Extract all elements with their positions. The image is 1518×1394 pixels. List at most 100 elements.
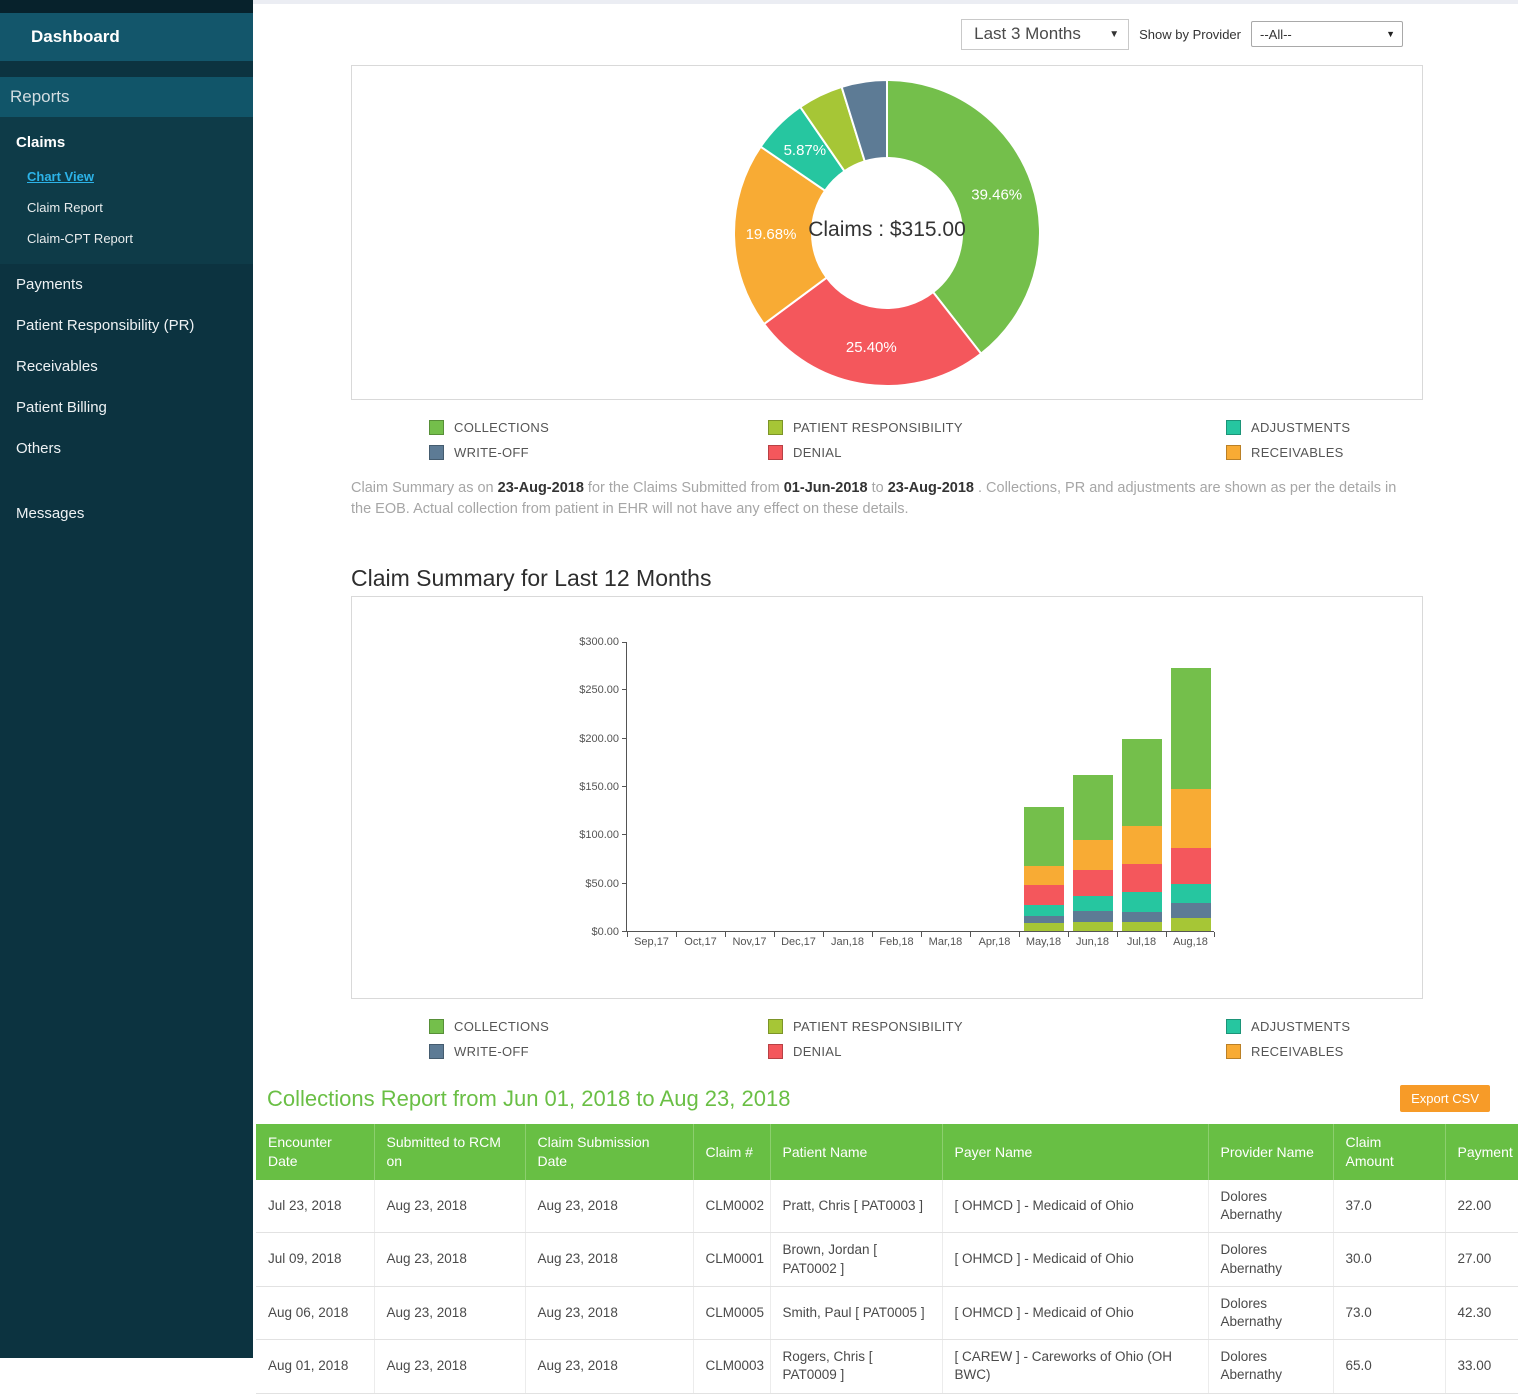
bar-segment-receivables-jun-18[interactable] — [1073, 840, 1113, 870]
x-axis-label: Jan,18 — [823, 936, 872, 948]
column-header-claim-submission-date: Claim Submission Date — [525, 1124, 693, 1180]
legend-color-chip — [1226, 1019, 1241, 1034]
legend-label: PATIENT RESPONSIBILITY — [793, 420, 963, 435]
legend-color-chip — [429, 420, 444, 435]
sidebar-item-patient-responsibility[interactable]: Patient Responsibility (PR) — [0, 305, 253, 346]
donut-slice-percent-label: 5.87% — [784, 142, 827, 159]
sidebar-reports-header[interactable]: Reports — [0, 77, 253, 117]
x-axis-tick — [921, 932, 922, 937]
sidebar-item-chart-view[interactable]: Chart View — [0, 161, 253, 192]
legend-label: RECEIVABLES — [1251, 445, 1344, 460]
bar-segment-receivables-aug-18[interactable] — [1171, 789, 1211, 848]
cell-claim-submission-date: Aug 23, 2018 — [525, 1180, 693, 1233]
sidebar-item-others[interactable]: Others — [0, 428, 253, 469]
y-axis-tick — [622, 738, 627, 739]
bar-segment-write-off-jul-18[interactable] — [1122, 912, 1162, 922]
legend-item-collections: COLLECTIONS — [429, 1019, 768, 1034]
table-row: Aug 01, 2018Aug 23, 2018Aug 23, 2018CLM0… — [256, 1340, 1518, 1393]
sidebar-item-payments[interactable]: Payments — [0, 264, 253, 305]
sidebar-item-claim-report[interactable]: Claim Report — [0, 192, 253, 223]
legend-item-write-off: WRITE-OFF — [429, 445, 768, 460]
y-axis-tick — [622, 834, 627, 835]
legend-color-chip — [429, 1019, 444, 1034]
summary-text: to — [868, 480, 888, 496]
y-axis-tick — [622, 786, 627, 787]
bar-segment-denial-aug-18[interactable] — [1171, 848, 1211, 884]
legend-color-chip — [429, 1044, 444, 1059]
cell-patient-name: Pratt, Chris [ PAT0003 ] — [770, 1180, 942, 1233]
x-axis-label: Oct,17 — [676, 936, 725, 948]
bar-segment-patient-responsibility-may-18[interactable] — [1024, 923, 1064, 931]
collections-report-header: Collections Report from Jun 01, 2018 to … — [267, 1085, 1518, 1112]
cell-claim-submission-date: Aug 23, 2018 — [525, 1286, 693, 1339]
bar-segment-collections-jul-18[interactable] — [1122, 739, 1162, 826]
x-axis-label: Mar,18 — [921, 936, 970, 948]
bar-segment-adjustments-jul-18[interactable] — [1122, 892, 1162, 912]
claims-donut-panel: 39.46%25.40%19.68%5.87% Claims : $315.00 — [351, 65, 1423, 400]
sidebar-item-claims[interactable]: Claims — [0, 123, 253, 161]
y-axis-tick — [622, 931, 627, 932]
cell-payment: 27.00 — [1445, 1233, 1518, 1286]
bar-segment-patient-responsibility-jun-18[interactable] — [1073, 922, 1113, 931]
bar-segment-write-off-jun-18[interactable] — [1073, 911, 1113, 923]
table-row: Jul 23, 2018Aug 23, 2018Aug 23, 2018CLM0… — [256, 1180, 1518, 1233]
bar-chart-title: Claim Summary for Last 12 Months — [351, 565, 1518, 592]
sidebar-item-patient-billing[interactable]: Patient Billing — [0, 387, 253, 428]
bar-segment-patient-responsibility-jul-18[interactable] — [1122, 922, 1162, 932]
cell-payer-name: [ OHMCD ] - Medicaid of Ohio — [942, 1180, 1208, 1233]
sidebar-dashboard-link[interactable]: Dashboard — [0, 13, 253, 61]
bar-segment-adjustments-aug-18[interactable] — [1171, 884, 1211, 903]
cell-submitted-to-rcm-on: Aug 23, 2018 — [374, 1180, 525, 1233]
cell-payer-name: [ OHMCD ] - Medicaid of Ohio — [942, 1233, 1208, 1286]
sidebar-item-messages[interactable]: Messages — [0, 493, 253, 534]
bar-segment-denial-jun-18[interactable] — [1073, 870, 1113, 896]
period-select[interactable]: Last 3 Months ▼ — [961, 19, 1129, 50]
sidebar-item-claim-cpt-report[interactable]: Claim-CPT Report — [0, 223, 253, 254]
cell-claim: CLM0003 — [693, 1340, 770, 1393]
collections-report-table: Encounter DateSubmitted to RCM onClaim S… — [256, 1124, 1518, 1394]
chevron-down-icon: ▼ — [1386, 29, 1395, 39]
legend-label: WRITE-OFF — [454, 445, 529, 460]
y-axis-label: $300.00 — [555, 636, 619, 648]
filter-controls: Last 3 Months ▼ Show by Provider --All--… — [253, 17, 1403, 51]
legend-item-receivables: RECEIVABLES — [1226, 1044, 1518, 1059]
legend-label: ADJUSTMENTS — [1251, 1019, 1350, 1034]
x-axis-label: Jun,18 — [1068, 936, 1117, 948]
bar-segment-adjustments-may-18[interactable] — [1024, 905, 1064, 916]
provider-select[interactable]: --All-- ▼ — [1251, 21, 1403, 47]
column-header-patient-name: Patient Name — [770, 1124, 942, 1180]
column-header-provider-name: Provider Name — [1208, 1124, 1333, 1180]
legend-item-collections: COLLECTIONS — [429, 420, 768, 435]
sidebar-item-receivables[interactable]: Receivables — [0, 346, 253, 387]
cell-provider-name: Dolores Abernathy — [1208, 1340, 1333, 1393]
bar-segment-denial-jul-18[interactable] — [1122, 864, 1162, 892]
bar-segment-write-off-aug-18[interactable] — [1171, 903, 1211, 918]
chevron-down-icon: ▼ — [1109, 29, 1119, 40]
monthly-stacked-bar-chart: Sep,17Oct,17Nov,17Dec,17Jan,18Feb,18Mar,… — [626, 642, 1214, 932]
bar-segment-write-off-may-18[interactable] — [1024, 916, 1064, 924]
x-axis-tick — [1068, 932, 1069, 937]
bar-segment-collections-may-18[interactable] — [1024, 807, 1064, 866]
cell-claim: CLM0005 — [693, 1286, 770, 1339]
bar-segment-patient-responsibility-aug-18[interactable] — [1171, 918, 1211, 932]
bar-segment-adjustments-jun-18[interactable] — [1073, 896, 1113, 911]
sidebar-claims-section: Claims Chart View Claim Report Claim-CPT… — [0, 117, 253, 264]
y-axis-tick — [622, 883, 627, 884]
column-header-payer-name: Payer Name — [942, 1124, 1208, 1180]
x-axis-tick — [627, 932, 628, 937]
cell-encounter-date: Aug 01, 2018 — [256, 1340, 374, 1393]
bar-segment-denial-may-18[interactable] — [1024, 885, 1064, 905]
cell-patient-name: Rogers, Chris [ PAT0009 ] — [770, 1340, 942, 1393]
bar-segment-collections-aug-18[interactable] — [1171, 668, 1211, 789]
export-csv-button[interactable]: Export CSV — [1400, 1085, 1490, 1112]
bar-segment-receivables-may-18[interactable] — [1024, 866, 1064, 884]
legend-color-chip — [768, 445, 783, 460]
bar-segment-collections-jun-18[interactable] — [1073, 775, 1113, 841]
cell-encounter-date: Jul 09, 2018 — [256, 1233, 374, 1286]
bar-segment-receivables-jul-18[interactable] — [1122, 826, 1162, 864]
top-strip — [253, 0, 1518, 4]
cell-claim-amount: 65.0 — [1333, 1340, 1445, 1393]
legend-item-adjustments: ADJUSTMENTS — [1226, 1019, 1518, 1034]
collections-report-title: Collections Report from Jun 01, 2018 to … — [267, 1086, 790, 1112]
x-axis-label: May,18 — [1019, 936, 1068, 948]
